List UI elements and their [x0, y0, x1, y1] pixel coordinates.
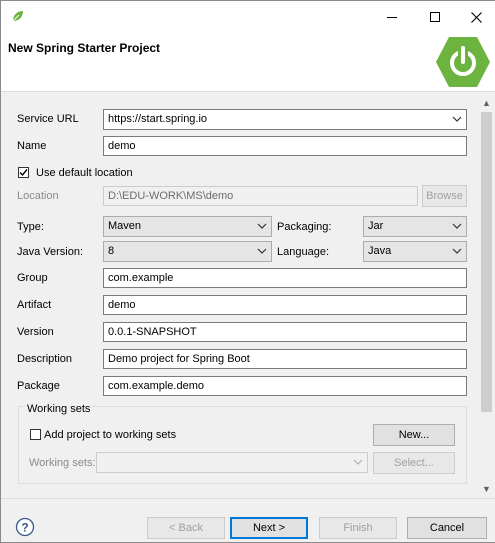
select-working-sets-button[interactable]: Select... [373, 452, 455, 474]
help-icon[interactable]: ? [15, 517, 35, 537]
new-working-set-button[interactable]: New... [373, 424, 455, 446]
use-default-location-checkbox[interactable] [18, 167, 29, 178]
finish-button[interactable]: Finish [319, 517, 397, 539]
name-label: Name [17, 140, 47, 152]
maximize-icon [430, 12, 440, 22]
packaging-label: Packaging: [277, 221, 332, 233]
minimize-icon [387, 17, 397, 18]
description-label: Description [17, 353, 73, 365]
cancel-button[interactable]: Cancel [407, 517, 487, 539]
working-sets-label: Working sets: [29, 457, 96, 469]
spring-leaf-icon [12, 11, 23, 22]
use-default-location-label: Use default location [36, 167, 133, 179]
chevron-down-icon [257, 248, 267, 254]
language-value: Java [368, 245, 392, 257]
vertical-scrollbar[interactable]: ▲ ▼ [478, 92, 495, 498]
java-version-select[interactable]: 8 [103, 241, 272, 262]
packaging-value: Jar [368, 220, 384, 232]
artifact-label: Artifact [17, 299, 52, 311]
chevron-down-icon [353, 459, 363, 465]
service-url-label: Service URL [17, 113, 79, 125]
title-bar [1, 1, 495, 33]
location-label: Location [17, 190, 59, 202]
type-label: Type: [17, 221, 44, 233]
next-button[interactable]: Next > [230, 517, 308, 539]
maximize-button[interactable] [415, 1, 455, 33]
package-field[interactable]: com.example.demo [103, 376, 467, 396]
minimize-button[interactable] [372, 1, 412, 33]
working-sets-group-title: Working sets [25, 403, 93, 415]
language-label: Language: [277, 246, 329, 258]
group-field[interactable]: com.example [103, 268, 467, 288]
chevron-down-icon [257, 223, 267, 229]
language-select[interactable]: Java [363, 241, 467, 262]
service-url-value: https://start.spring.io [108, 113, 208, 125]
spring-boot-logo-icon [436, 37, 490, 87]
scroll-down-icon[interactable]: ▼ [481, 484, 492, 495]
java-version-label: Java Version: [17, 246, 84, 258]
working-sets-select[interactable] [96, 452, 368, 473]
chevron-down-icon [452, 223, 462, 229]
dialog-window: New Spring Starter Project Service URL h… [0, 0, 495, 543]
close-icon [470, 11, 482, 23]
java-version-value: 8 [108, 245, 115, 257]
scroll-up-icon[interactable]: ▲ [481, 98, 492, 109]
close-button[interactable] [456, 1, 495, 33]
artifact-field[interactable]: demo [103, 295, 467, 315]
add-to-working-sets-checkbox[interactable] [30, 429, 41, 440]
packaging-select[interactable]: Jar [363, 216, 467, 237]
chevron-down-icon [452, 248, 462, 254]
location-field[interactable]: D:\EDU-WORK\MS\demo [103, 186, 418, 206]
group-label: Group [17, 272, 48, 284]
type-select[interactable]: Maven [103, 216, 272, 237]
wizard-header: New Spring Starter Project [1, 33, 495, 92]
package-label: Package [17, 380, 60, 392]
checkmark-icon [19, 169, 28, 177]
browse-button[interactable]: Browse [422, 185, 467, 207]
back-button[interactable]: < Back [147, 517, 225, 539]
add-to-working-sets-label: Add project to working sets [44, 429, 177, 441]
chevron-down-icon [452, 116, 462, 122]
svg-text:?: ? [21, 521, 28, 535]
page-title: New Spring Starter Project [8, 41, 161, 55]
type-value: Maven [108, 220, 142, 232]
name-field[interactable]: demo [103, 136, 467, 156]
scrollbar-thumb[interactable] [481, 112, 492, 412]
version-field[interactable]: 0.0.1-SNAPSHOT [103, 322, 467, 342]
version-label: Version [17, 326, 54, 338]
service-url-combo[interactable]: https://start.spring.io [103, 109, 467, 130]
description-field[interactable]: Demo project for Spring Boot [103, 349, 467, 369]
